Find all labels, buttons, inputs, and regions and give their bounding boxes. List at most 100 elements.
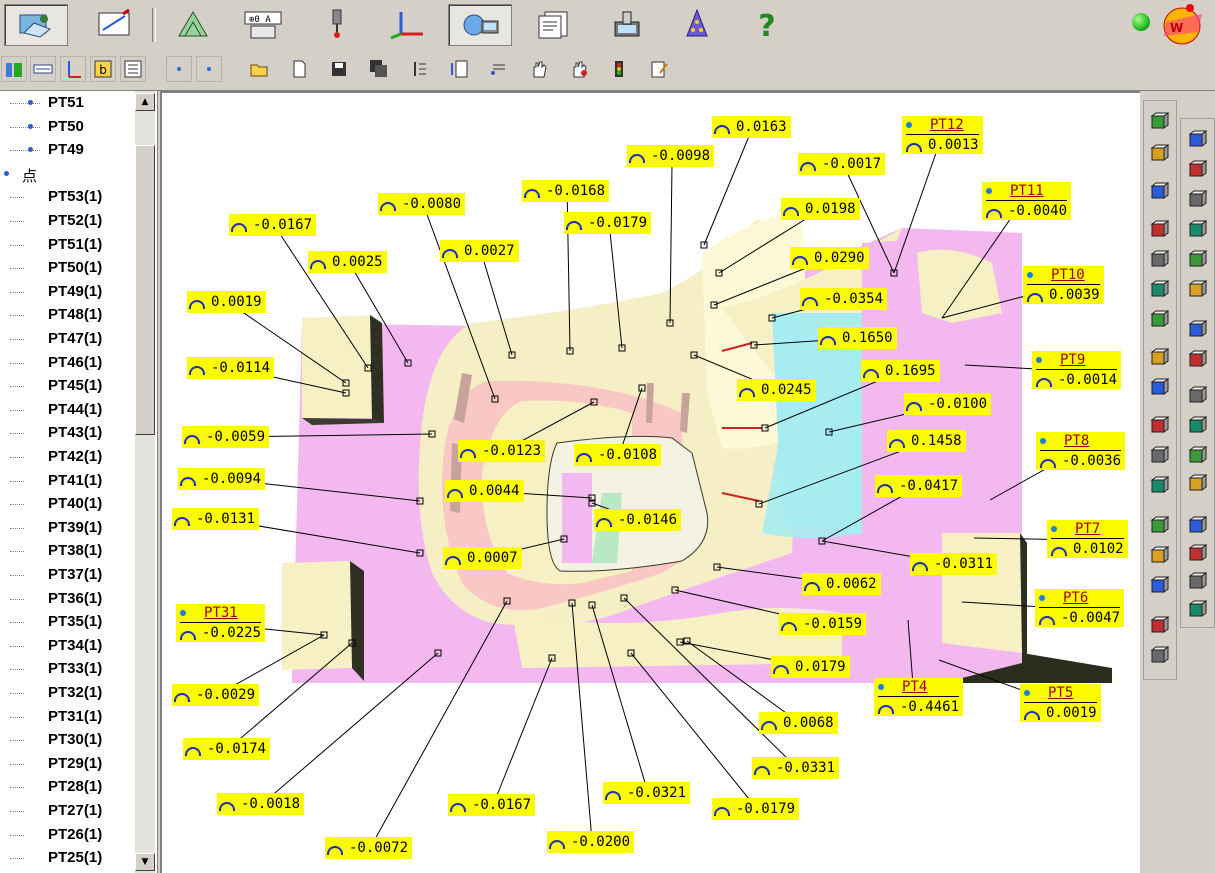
screen-icon[interactable]: [1146, 178, 1172, 204]
deviation-tag[interactable]: 0.0179: [771, 656, 850, 678]
deviation-tag[interactable]: -0.0168: [522, 180, 610, 202]
target-icon[interactable]: [1184, 276, 1210, 302]
scroll-up-icon[interactable]: ▲: [135, 93, 155, 111]
deviation-tag[interactable]: 0.1458: [887, 430, 966, 452]
top-view-icon[interactable]: [1146, 108, 1172, 134]
deviation-tag[interactable]: -0.0331: [752, 757, 840, 779]
deviation-tag[interactable]: 0.0245: [737, 379, 816, 401]
measure-c-icon[interactable]: [1146, 472, 1172, 498]
tool-icon[interactable]: [1184, 316, 1210, 342]
point-tag[interactable]: PT9 -0.0014: [1032, 351, 1122, 389]
deviation-tag[interactable]: -0.0059: [182, 426, 270, 448]
save-all-icon[interactable]: [366, 56, 392, 82]
measure-b-icon[interactable]: [1146, 442, 1172, 468]
deviation-tag[interactable]: 0.0068: [759, 712, 838, 734]
measure-a-icon[interactable]: [1146, 412, 1172, 438]
deviation-tag[interactable]: -0.0167: [448, 794, 536, 816]
deviation-tag[interactable]: -0.0114: [187, 357, 275, 379]
deviation-tag[interactable]: 0.0007: [443, 547, 522, 569]
deviation-tag[interactable]: -0.0018: [217, 793, 305, 815]
sort-icon[interactable]: [406, 56, 432, 82]
axis-view-icon[interactable]: [60, 56, 86, 82]
traffic-light-icon[interactable]: [606, 56, 632, 82]
deviation-tag[interactable]: -0.0098: [627, 145, 715, 167]
coordinate-icon[interactable]: [378, 4, 440, 44]
sketch-icon[interactable]: [84, 4, 146, 44]
deviation-tag[interactable]: -0.0200: [547, 831, 635, 853]
point-tag[interactable]: PT7 0.0102: [1047, 520, 1128, 558]
cube-c-icon[interactable]: [1184, 216, 1210, 242]
deviation-tag[interactable]: 0.0062: [802, 573, 881, 595]
deviation-tag[interactable]: -0.0131: [172, 508, 260, 530]
disabled-icon[interactable]: [1146, 642, 1172, 668]
color-c-icon[interactable]: [1184, 442, 1210, 468]
deviation-tag[interactable]: -0.0100: [904, 393, 992, 415]
deviation-tag[interactable]: 0.0163: [712, 116, 791, 138]
deviation-tag[interactable]: -0.0167: [229, 214, 317, 236]
deviation-tag[interactable]: 0.0025: [308, 251, 387, 273]
deviation-tag[interactable]: 0.0027: [440, 240, 519, 262]
deviation-tag[interactable]: -0.0108: [574, 444, 662, 466]
delete-select-icon[interactable]: [1146, 306, 1172, 332]
arrow-icon[interactable]: [1184, 596, 1210, 622]
deviation-tag[interactable]: -0.0179: [564, 212, 652, 234]
point-right-icon[interactable]: [196, 56, 222, 82]
deviation-tag[interactable]: 0.1650: [818, 327, 897, 349]
tree-view-icon[interactable]: [1, 56, 27, 82]
wizard-icon[interactable]: [666, 4, 728, 44]
deviation-tag[interactable]: -0.0354: [800, 288, 888, 310]
layer-icon[interactable]: [1184, 568, 1210, 594]
front-view-icon[interactable]: [1146, 140, 1172, 166]
color-a-icon[interactable]: [1184, 382, 1210, 408]
deviation-tag[interactable]: 0.0044: [445, 480, 524, 502]
point-tag[interactable]: PT6 -0.0047: [1035, 589, 1125, 627]
scroll-down-icon[interactable]: ▼: [135, 853, 155, 871]
machine-icon[interactable]: [1146, 374, 1172, 400]
deviation-tag[interactable]: -0.0146: [594, 509, 682, 531]
select-icon[interactable]: [1146, 246, 1172, 272]
hand-icon[interactable]: [526, 56, 552, 82]
iso-view-icon[interactable]: [1184, 126, 1210, 152]
shaded-icon[interactable]: [1184, 512, 1210, 538]
deviation-tag[interactable]: -0.0072: [325, 837, 413, 859]
label-view-icon[interactable]: b: [90, 56, 116, 82]
report-icon[interactable]: [522, 4, 584, 44]
scroll-thumb[interactable]: [135, 145, 155, 435]
point-tag[interactable]: PT12 0.0013: [902, 116, 983, 154]
point-tag[interactable]: PT10 0.0039: [1023, 266, 1104, 304]
open-folder-icon[interactable]: [246, 56, 272, 82]
list-edit-icon[interactable]: [486, 56, 512, 82]
wire-icon[interactable]: [1184, 540, 1210, 566]
point-tag[interactable]: PT5 0.0019: [1020, 684, 1101, 722]
green-delete-icon[interactable]: [1146, 572, 1172, 598]
green-solid-icon[interactable]: [1146, 512, 1172, 538]
help-icon[interactable]: ?: [736, 4, 798, 44]
cmm-icon[interactable]: [448, 4, 512, 46]
deviation-tag[interactable]: -0.0321: [603, 782, 691, 804]
calibration-icon[interactable]: [596, 4, 658, 44]
cube-a-icon[interactable]: [1184, 156, 1210, 182]
green-edit-icon[interactable]: [1146, 542, 1172, 568]
dimension-view-icon[interactable]: [30, 56, 56, 82]
deviation-tag[interactable]: -0.0159: [779, 613, 867, 635]
clear-icon[interactable]: [1146, 612, 1172, 638]
probe-icon[interactable]: [306, 4, 368, 44]
save-icon[interactable]: [326, 56, 352, 82]
camera-icon[interactable]: [1146, 216, 1172, 242]
point-left-icon[interactable]: [166, 56, 192, 82]
monitor-icon[interactable]: [1146, 344, 1172, 370]
hand-stop-icon[interactable]: [566, 56, 592, 82]
deviation-tag[interactable]: -0.0311: [910, 553, 998, 575]
deviation-tag[interactable]: -0.0174: [183, 738, 271, 760]
geometry-icon[interactable]: [162, 4, 224, 44]
figure-icon[interactable]: [1184, 346, 1210, 372]
deviation-tag[interactable]: -0.0123: [458, 440, 546, 462]
insert-icon[interactable]: [446, 56, 472, 82]
deviation-tag[interactable]: -0.0029: [172, 684, 260, 706]
deviation-tag[interactable]: 0.0019: [187, 291, 266, 313]
color-d-icon[interactable]: [1184, 470, 1210, 496]
deviation-tag[interactable]: 0.0198: [781, 198, 860, 220]
point-tag[interactable]: PT31 -0.0225: [176, 604, 266, 642]
tree-scrollbar[interactable]: ▲ ▼: [135, 91, 155, 873]
deviation-tag[interactable]: -0.0094: [178, 468, 266, 490]
